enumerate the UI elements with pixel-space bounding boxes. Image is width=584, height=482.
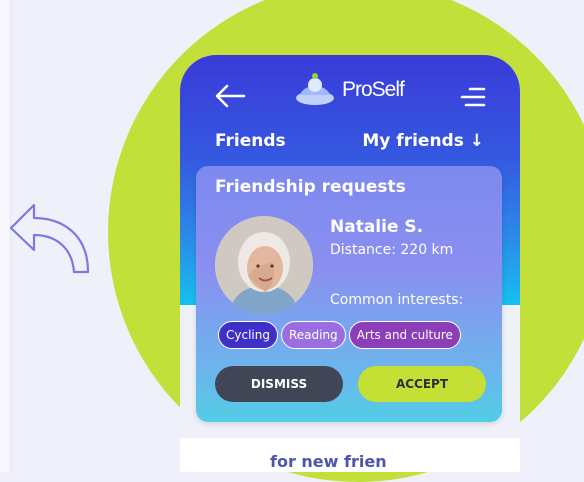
dismiss-button[interactable]: DISMISS bbox=[215, 366, 343, 402]
my-friends-dropdown[interactable]: My friends ↓ bbox=[362, 131, 484, 151]
hamburger-menu-icon bbox=[460, 87, 486, 107]
interest-chip-arts-and-culture[interactable]: Arts and culture bbox=[348, 321, 461, 349]
back-button[interactable] bbox=[214, 83, 246, 109]
interest-chip-cycling[interactable]: Cycling bbox=[218, 321, 278, 349]
menu-button[interactable] bbox=[458, 86, 486, 108]
phone-screen: ProSelf Friends My friends ↓ Friendship … bbox=[180, 55, 520, 472]
interest-chip-reading[interactable]: Reading bbox=[280, 321, 346, 349]
top-bar: ProSelf bbox=[180, 55, 520, 137]
back-arrow-icon bbox=[215, 84, 246, 108]
card-title: Friendship requests bbox=[215, 177, 406, 197]
requester-distance: Distance: 220 km bbox=[330, 242, 454, 258]
avatar bbox=[215, 216, 313, 314]
interest-chips: Cycling Reading Arts and culture bbox=[218, 321, 464, 349]
accept-button[interactable]: ACCEPT bbox=[358, 366, 486, 402]
friendship-request-card: Friendship requests Natalie S. Distance:… bbox=[196, 166, 502, 422]
bottom-section-title: for new frien bbox=[270, 452, 387, 471]
common-interests-label: Common interests: bbox=[330, 292, 464, 308]
app-logo: ProSelf bbox=[294, 73, 405, 107]
section-title: Friends bbox=[215, 131, 286, 151]
app-name: ProSelf bbox=[342, 78, 405, 101]
undo-arrow-icon[interactable] bbox=[8, 202, 92, 278]
logo-icon bbox=[296, 73, 334, 105]
requester-name: Natalie S. bbox=[330, 217, 424, 237]
